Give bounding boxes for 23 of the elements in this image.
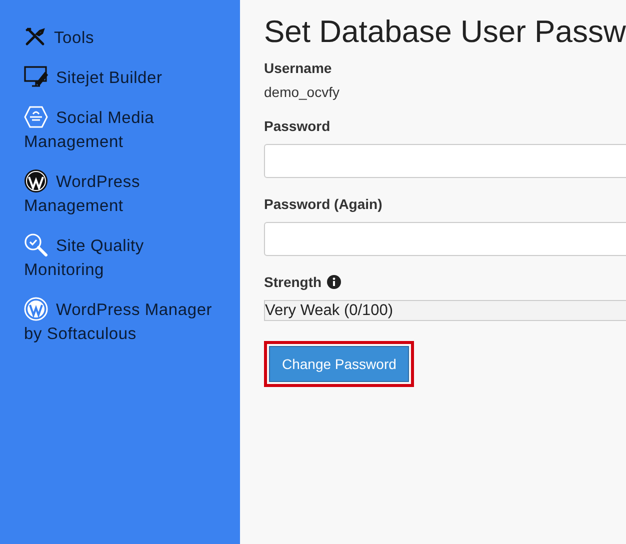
wordpress-icon	[24, 296, 48, 321]
password-field[interactable]	[264, 144, 626, 178]
sidebar-item[interactable]: WordPress Management	[24, 170, 216, 218]
sidebar-item[interactable]: Site Quality Monitoring	[24, 234, 216, 282]
sidebar-item[interactable]: Sitejet Builder	[24, 66, 216, 90]
sidebar-item[interactable]: Tools	[24, 26, 216, 50]
wordpress-icon	[24, 168, 48, 193]
change-password-button[interactable]: Change Password	[269, 346, 410, 382]
magnifier-check-icon	[24, 232, 48, 257]
sidebar-item[interactable]: WordPress Manager by Softaculous	[24, 298, 216, 346]
password-field[interactable]	[264, 222, 626, 256]
monitor-pen-icon	[24, 64, 48, 89]
tools-icon	[24, 26, 46, 48]
page-title: Set Database User Passw	[264, 14, 626, 50]
field-label: Username	[264, 60, 332, 76]
hexagon-icon	[24, 104, 48, 129]
info-icon	[326, 275, 341, 289]
field-label: Strength	[264, 274, 322, 290]
strength-reading: Very Weak (0/100)	[265, 302, 394, 319]
sidebar-item[interactable]: Social Media Management	[24, 106, 216, 154]
field-label: Password	[264, 118, 330, 134]
username-value: demo_ocvfy	[264, 84, 340, 100]
field-label: Password (Again)	[264, 196, 382, 212]
